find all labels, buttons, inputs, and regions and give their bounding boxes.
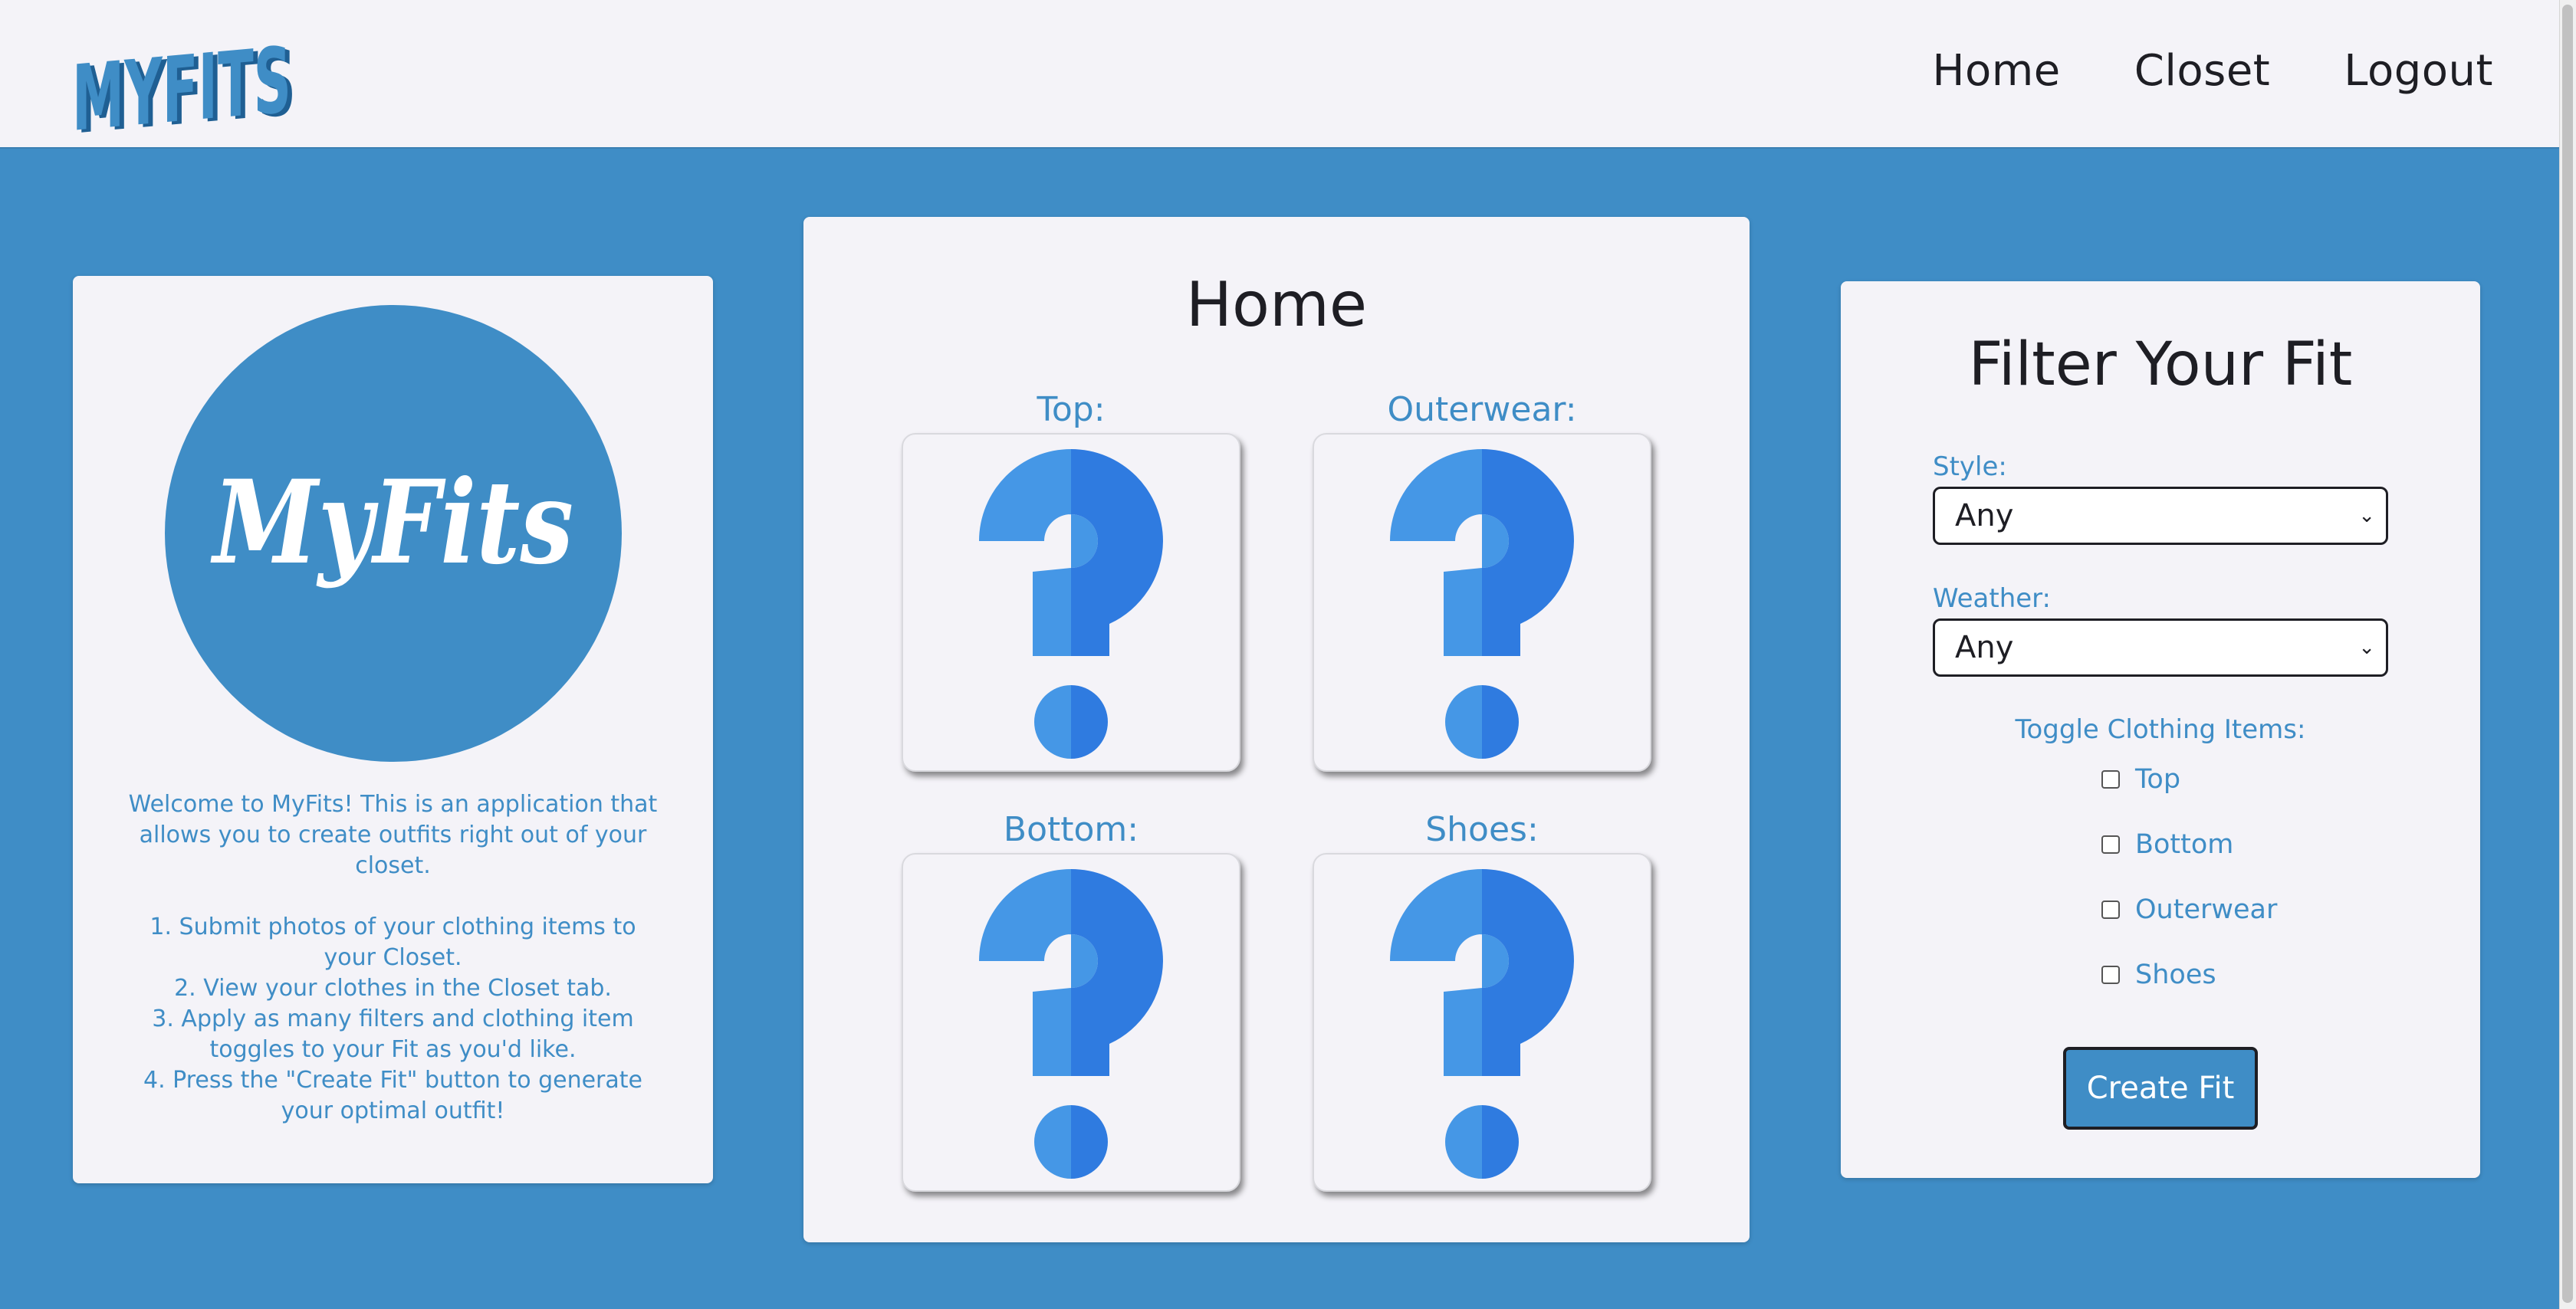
nav-closet-link[interactable]: Closet bbox=[2134, 46, 2271, 96]
chevron-down-icon: ⌄ bbox=[2358, 504, 2375, 527]
welcome-text: Welcome to MyFits! This is an applicatio… bbox=[127, 789, 659, 1127]
toggle-outerwear-label: Outerwear bbox=[2135, 894, 2278, 925]
toggle-bottom-label: Bottom bbox=[2135, 829, 2234, 860]
toggle-top-label: Top bbox=[2135, 764, 2181, 795]
bottom-slot-box[interactable] bbox=[902, 853, 1240, 1192]
welcome-steps: 1. Submit photos of your clothing items … bbox=[127, 912, 659, 1127]
nav-logout-link[interactable]: Logout bbox=[2344, 46, 2493, 96]
question-mark-icon bbox=[979, 869, 1163, 1179]
question-mark-icon bbox=[1390, 449, 1574, 759]
top-slot-box[interactable] bbox=[902, 433, 1240, 772]
toggle-shoes-label: Shoes bbox=[2135, 960, 2216, 990]
toggle-shoes[interactable]: Shoes bbox=[2101, 960, 2216, 990]
weather-select-value: Any bbox=[1955, 630, 2014, 665]
nav-home-link[interactable]: Home bbox=[1932, 46, 2060, 96]
welcome-step: 3. Apply as many filters and clothing it… bbox=[152, 1006, 634, 1063]
style-select-value: Any bbox=[1955, 498, 2014, 533]
top-slot-label: Top: bbox=[1037, 390, 1106, 429]
bottom-slot-label: Bottom: bbox=[1003, 810, 1139, 849]
weather-select[interactable]: Any ⌄ bbox=[1933, 618, 2388, 677]
shoes-slot-box[interactable] bbox=[1313, 853, 1651, 1192]
top-navbar: MYFITS MYFITS Home Closet Logout bbox=[0, 0, 2559, 154]
page: MYFITS MYFITS Home Closet Logout MyFits … bbox=[0, 0, 2576, 1309]
style-select[interactable]: Any ⌄ bbox=[1933, 487, 2388, 545]
nav-links: Home Closet Logout bbox=[1932, 46, 2493, 96]
home-title: Home bbox=[1185, 269, 1368, 340]
welcome-intro: Welcome to MyFits! This is an applicatio… bbox=[128, 791, 658, 879]
style-label: Style: bbox=[1933, 451, 2007, 482]
welcome-step: 4. Press the "Create Fit" button to gene… bbox=[143, 1067, 642, 1124]
shoes-slot: Shoes: bbox=[1313, 807, 1651, 1192]
filter-card: Filter Your Fit Style: Any ⌄ Weather: An… bbox=[1841, 281, 2480, 1178]
svg-text:MYFITS: MYFITS bbox=[72, 27, 291, 133]
toggle-outerwear[interactable]: Outerwear bbox=[2101, 894, 2277, 925]
outerwear-slot-box[interactable] bbox=[1313, 433, 1651, 772]
toggle-top[interactable]: Top bbox=[2101, 764, 2180, 795]
scrollbar-thumb[interactable] bbox=[2562, 5, 2573, 1303]
shoes-slot-label: Shoes: bbox=[1425, 810, 1539, 849]
chevron-down-icon: ⌄ bbox=[2358, 636, 2375, 659]
svg-text:MyFits: MyFits bbox=[210, 455, 573, 590]
weather-label: Weather: bbox=[1933, 583, 2052, 614]
filter-title: Filter Your Fit bbox=[1968, 330, 2353, 399]
toggle-outerwear-checkbox[interactable] bbox=[2101, 901, 2120, 919]
myfits-badge: MyFits bbox=[165, 305, 622, 762]
welcome-step: 1. Submit photos of your clothing items … bbox=[150, 914, 636, 971]
create-fit-button[interactable]: Create Fit bbox=[2063, 1047, 2258, 1130]
question-mark-icon bbox=[1390, 869, 1574, 1179]
top-slot: Top: bbox=[902, 387, 1240, 772]
toggle-bottom[interactable]: Bottom bbox=[2101, 829, 2233, 860]
toggle-shoes-checkbox[interactable] bbox=[2101, 966, 2120, 984]
scrollbar[interactable] bbox=[2559, 0, 2576, 1309]
outerwear-slot: Outerwear: bbox=[1313, 387, 1651, 772]
toggle-bottom-checkbox[interactable] bbox=[2101, 835, 2120, 854]
welcome-card: MyFits Welcome to MyFits! This is an app… bbox=[73, 276, 713, 1183]
toggle-title: Toggle Clothing Items: bbox=[2015, 714, 2306, 745]
bottom-slot: Bottom: bbox=[902, 807, 1240, 1192]
myfits-logo[interactable]: MYFITS MYFITS bbox=[71, 18, 308, 154]
toggle-top-checkbox[interactable] bbox=[2101, 770, 2120, 789]
welcome-step: 2. View your clothes in the Closet tab. bbox=[174, 975, 612, 1002]
outerwear-slot-label: Outerwear: bbox=[1387, 390, 1577, 429]
question-mark-icon bbox=[979, 449, 1163, 759]
home-card: Home Top: Outerwear: Bottom: Shoes: bbox=[803, 217, 1750, 1242]
